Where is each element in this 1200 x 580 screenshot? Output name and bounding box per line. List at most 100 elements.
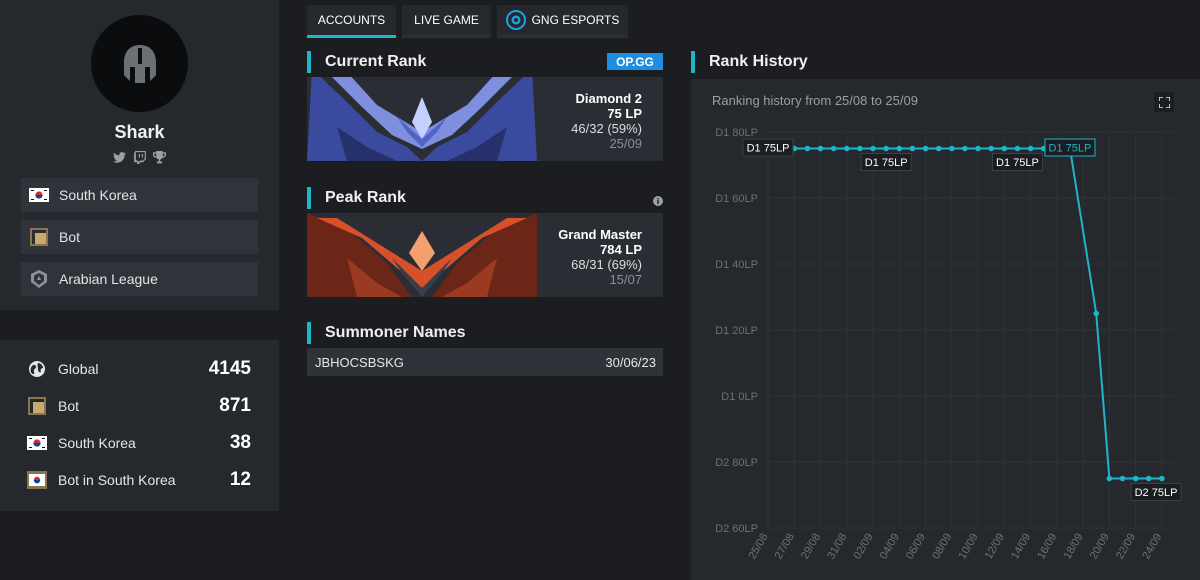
data-point [817, 145, 824, 152]
stat-label: Bot in South Korea [58, 472, 176, 488]
info-row-league[interactable]: Arabian League [21, 262, 258, 296]
peak-rank-card: Grand Master 784 LP 68/31 (69%) 15/07 [307, 213, 663, 297]
data-point [883, 145, 889, 152]
x-tick-label: 25/08 [746, 532, 770, 562]
y-tick-label: D1 80LP [715, 127, 758, 139]
data-point [1119, 475, 1126, 482]
data-point [1145, 475, 1152, 482]
twitter-icon[interactable] [113, 150, 127, 164]
summoner-name-row: JBHOCSBSKG 30/06/23 [307, 348, 663, 376]
x-tick-label: 10/09 [957, 532, 981, 562]
data-point [962, 145, 968, 152]
info-icon[interactable] [653, 193, 663, 206]
stat-row-region: South Korea 38 [27, 431, 251, 455]
data-point [1001, 145, 1008, 152]
info-region-label: South Korea [59, 187, 137, 203]
bot-role-icon [29, 227, 49, 247]
x-tick-label: 29/08 [799, 532, 823, 562]
tab-label: LIVE GAME [414, 13, 479, 27]
y-tick-label: D1 0LP [721, 391, 758, 403]
current-rank-info: Diamond 2 75 LP 46/32 (59%) 25/09 [571, 91, 642, 151]
stat-label: South Korea [58, 435, 136, 451]
data-point [1159, 475, 1165, 482]
x-tick-label: 22/09 [1114, 532, 1138, 562]
y-tick-label: D1 40LP [715, 259, 758, 271]
peak-rank-title: Peak Rank [307, 187, 406, 209]
summoner-names-title: Summoner Names [307, 322, 466, 344]
peak-rank-info: Grand Master 784 LP 68/31 (69%) 15/07 [558, 227, 642, 287]
data-point [830, 145, 837, 152]
grandmaster-emblem-icon [307, 213, 537, 297]
stat-value: 12 [229, 469, 251, 490]
x-tick-label: 08/09 [930, 532, 954, 562]
player-name: Shark [114, 122, 165, 142]
x-tick-label: 18/09 [1062, 532, 1086, 562]
diamond-emblem-icon [307, 77, 537, 161]
data-point [975, 145, 981, 152]
globe-icon [27, 359, 47, 379]
x-tick-label: 24/09 [1140, 532, 1164, 562]
data-point [1027, 145, 1034, 152]
data-point [857, 145, 863, 152]
twitch-icon[interactable] [133, 150, 147, 164]
current-rank-lp: 75 LP [607, 106, 642, 121]
helmet-icon [123, 44, 156, 83]
rank-history-card: Ranking history from 25/08 to 25/09 D1 8… [691, 79, 1200, 580]
data-point [922, 145, 929, 152]
data-point [949, 145, 955, 152]
peak-rank-record: 68/31 (69%) [571, 257, 642, 272]
y-tick-label: D2 60LP [715, 523, 758, 535]
x-tick-label: 14/09 [1009, 532, 1033, 562]
data-point [804, 145, 811, 152]
x-tick-label: 06/09 [904, 532, 928, 562]
stat-label: Bot [58, 398, 80, 414]
y-tick-label: D2 80LP [715, 457, 758, 469]
stat-value: 871 [219, 395, 251, 416]
stat-row-bot: Bot 871 [27, 394, 251, 418]
stat-row-bot-region: Bot in South Korea 12 [27, 468, 251, 492]
x-tick-label: 27/08 [773, 532, 797, 562]
point-label: D1 75LP [1049, 143, 1092, 155]
south-korea-flag-bot-icon [27, 470, 47, 490]
x-tick-label: 02/09 [851, 532, 875, 562]
tab-label: GNG ESPORTS [531, 13, 620, 27]
stat-value: 38 [229, 432, 251, 453]
x-tick-label: 16/09 [1035, 532, 1059, 562]
info-row-role[interactable]: Bot [21, 220, 258, 254]
data-point [870, 145, 876, 152]
data-point [1132, 475, 1139, 482]
rank-history-chart: D1 80LP D1 60LP D1 40LP D1 20LP D1 0LP D2 80L… [715, 127, 1182, 562]
profile-card: Shark South Korea Bot Arabian League [0, 0, 279, 310]
trophy-icon[interactable] [153, 150, 167, 164]
info-row-region[interactable]: South Korea [21, 178, 258, 212]
current-rank-record: 46/32 (59%) [571, 121, 642, 136]
summoner-name: JBHOCSBSKG [315, 354, 404, 370]
x-tick-label: 31/08 [825, 532, 849, 562]
point-label: D1 75LP [865, 157, 908, 169]
south-korea-flag-icon [29, 185, 49, 205]
data-point [1014, 145, 1021, 152]
x-tick-label: 04/09 [878, 532, 902, 562]
info-league-label: Arabian League [59, 271, 158, 287]
x-tick-label: 20/09 [1088, 532, 1112, 562]
south-korea-flag-icon [27, 433, 47, 453]
tab-gng-esports[interactable]: GNG ESPORTS [497, 5, 628, 38]
data-point [843, 145, 850, 152]
rank-history-title: Rank History [691, 51, 808, 73]
tab-accounts[interactable]: ACCOUNTS [307, 5, 396, 38]
data-point [896, 145, 903, 152]
current-rank-card: Diamond 2 75 LP 46/32 (59%) 25/09 [307, 77, 663, 161]
point-label: D2 75LP [1135, 487, 1178, 499]
point-label: D1 75LP [996, 157, 1039, 169]
arabian-league-icon [29, 269, 49, 289]
x-tick-label: 12/09 [983, 532, 1007, 562]
tab-live-game[interactable]: LIVE GAME [402, 5, 491, 38]
point-label: D1 75LP [747, 143, 790, 155]
ladder-stats-card: Global 4145 Bot 871 South Korea 38 Bot i… [0, 340, 279, 511]
social-links [0, 150, 279, 164]
opgg-badge[interactable]: OP.GG [607, 53, 663, 70]
y-tick-label: D1 20LP [715, 325, 758, 337]
data-point [909, 145, 916, 152]
peak-rank-tier: Grand Master [558, 227, 642, 242]
data-point [988, 145, 994, 152]
